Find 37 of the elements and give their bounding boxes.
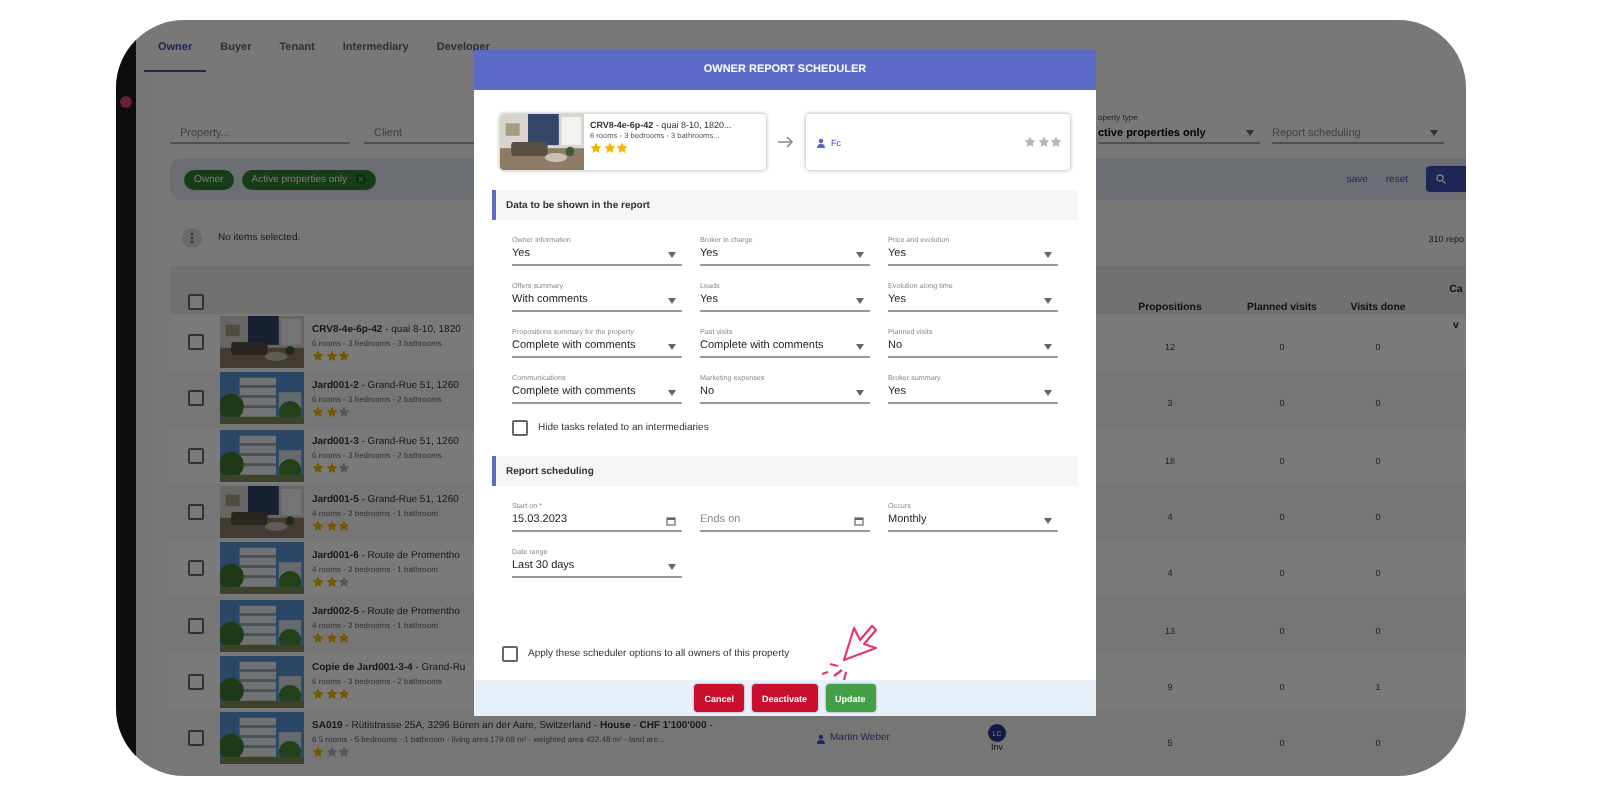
search-icon xyxy=(1436,174,1446,184)
caret-icon xyxy=(1044,251,1052,257)
checkbox[interactable] xyxy=(187,730,203,747)
caret-icon xyxy=(668,297,676,303)
caret-icon xyxy=(668,389,676,395)
checkbox[interactable] xyxy=(187,390,203,407)
checkbox[interactable] xyxy=(187,673,203,690)
checkbox[interactable] xyxy=(187,294,203,310)
checkbox[interactable] xyxy=(187,334,203,351)
caret-icon xyxy=(1044,343,1052,349)
person-icon xyxy=(816,137,827,147)
person-icon xyxy=(816,733,826,744)
checkbox[interactable] xyxy=(187,560,203,577)
caret-icon xyxy=(1430,130,1438,136)
caret-icon xyxy=(668,343,676,349)
caret-icon xyxy=(1246,130,1254,136)
caret-icon xyxy=(1044,297,1052,303)
arrow-icon xyxy=(778,136,795,148)
calendar-icon xyxy=(666,515,676,525)
checkbox[interactable] xyxy=(187,504,203,521)
caret-icon xyxy=(1044,517,1052,523)
caret-icon xyxy=(1044,389,1052,395)
checkbox[interactable] xyxy=(512,420,528,436)
more-button[interactable] xyxy=(182,228,202,248)
caret-icon xyxy=(856,389,864,395)
close-icon xyxy=(355,174,366,184)
caret-icon xyxy=(856,343,864,349)
caret-icon xyxy=(668,563,676,569)
calendar-icon xyxy=(854,515,864,525)
caret-icon xyxy=(856,251,864,257)
caret-icon xyxy=(668,251,676,257)
search-button[interactable] xyxy=(1426,166,1466,192)
checkbox[interactable] xyxy=(502,646,518,662)
checkbox[interactable] xyxy=(187,447,203,464)
notification-dot xyxy=(120,96,132,108)
caret-icon xyxy=(856,297,864,303)
checkbox[interactable] xyxy=(187,617,203,634)
